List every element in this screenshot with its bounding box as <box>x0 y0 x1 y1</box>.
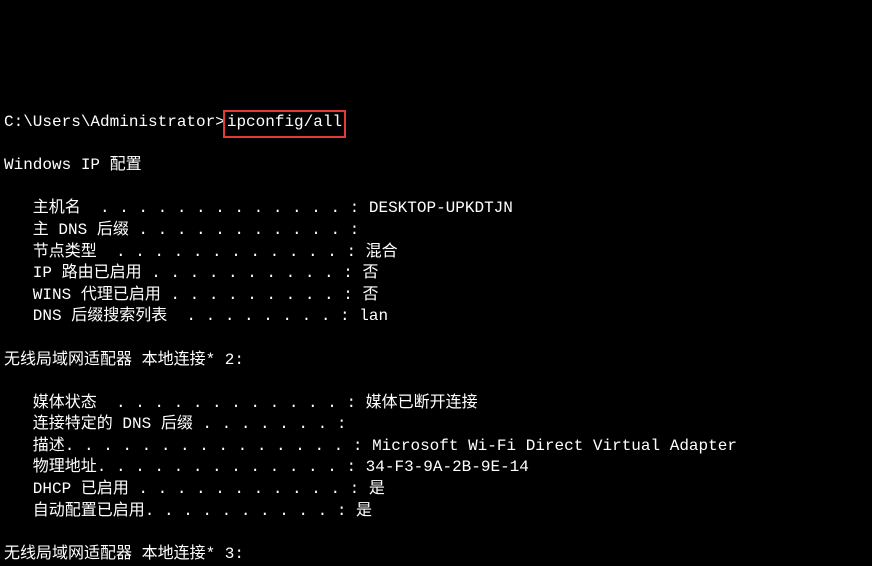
kv-row: 主机名 . . . . . . . . . . . . . : DESKTOP-… <box>4 199 513 217</box>
kv-value: 混合 <box>366 243 398 261</box>
kv-row: WINS 代理已启用 . . . . . . . . . : 否 <box>4 286 378 304</box>
kv-value: 否 <box>362 264 378 282</box>
kv-value: 媒体已断开连接 <box>366 394 478 412</box>
kv-value: lan <box>359 307 388 325</box>
command-text: ipconfig/all <box>227 113 342 131</box>
adapter-heading: 无线局域网适配器 本地连接* 3: <box>4 545 244 563</box>
kv-label: 媒体状态 . . . . . . . . . . . . : <box>4 394 366 412</box>
kv-row: DNS 后缀搜索列表 . . . . . . . . : lan <box>4 307 388 325</box>
kv-label: 连接特定的 DNS 后缀 . . . . . . . : <box>4 415 356 433</box>
kv-label: 描述. . . . . . . . . . . . . . . : <box>4 437 372 455</box>
kv-value: 否 <box>362 286 378 304</box>
kv-label: 物理地址. . . . . . . . . . . . . : <box>4 458 366 476</box>
kv-row: DHCP 已启用 . . . . . . . . . . . : 是 <box>4 480 385 498</box>
kv-label: 主机名 . . . . . . . . . . . . . : <box>4 199 369 217</box>
kv-label: 节点类型 . . . . . . . . . . . . : <box>4 243 366 261</box>
kv-value: 是 <box>369 480 385 498</box>
kv-value: Microsoft Wi-Fi Direct Virtual Adapter <box>372 437 737 455</box>
kv-row: 连接特定的 DNS 后缀 . . . . . . . : <box>4 415 356 433</box>
kv-label: 自动配置已启用. . . . . . . . . . : <box>4 502 356 520</box>
kv-row: 媒体状态 . . . . . . . . . . . . : 媒体已断开连接 <box>4 394 478 412</box>
prompt-path: C:\Users\Administrator> <box>4 113 225 131</box>
kv-row: 物理地址. . . . . . . . . . . . . : 34-F3-9A… <box>4 458 529 476</box>
kv-row: 节点类型 . . . . . . . . . . . . : 混合 <box>4 243 398 261</box>
terminal-output[interactable]: C:\Users\Administrator>ipconfig/all Wind… <box>0 108 872 566</box>
kv-label: 主 DNS 后缀 . . . . . . . . . . . : <box>4 221 369 239</box>
kv-label: IP 路由已启用 . . . . . . . . . . : <box>4 264 362 282</box>
command-highlight: ipconfig/all <box>223 110 346 138</box>
kv-row: 描述. . . . . . . . . . . . . . . : Micros… <box>4 437 737 455</box>
kv-value: 是 <box>356 502 372 520</box>
kv-label: DNS 后缀搜索列表 . . . . . . . . : <box>4 307 359 325</box>
kv-label: DHCP 已启用 . . . . . . . . . . . : <box>4 480 369 498</box>
kv-row: IP 路由已启用 . . . . . . . . . . : 否 <box>4 264 378 282</box>
kv-row: 主 DNS 后缀 . . . . . . . . . . . : <box>4 221 369 239</box>
kv-label: WINS 代理已启用 . . . . . . . . . : <box>4 286 362 304</box>
adapter-heading: 无线局域网适配器 本地连接* 2: <box>4 351 244 369</box>
kv-value: DESKTOP-UPKDTJN <box>369 199 513 217</box>
kv-row: 自动配置已启用. . . . . . . . . . : 是 <box>4 502 372 520</box>
kv-value: 34-F3-9A-2B-9E-14 <box>366 458 529 476</box>
section-heading: Windows IP 配置 <box>4 156 142 174</box>
